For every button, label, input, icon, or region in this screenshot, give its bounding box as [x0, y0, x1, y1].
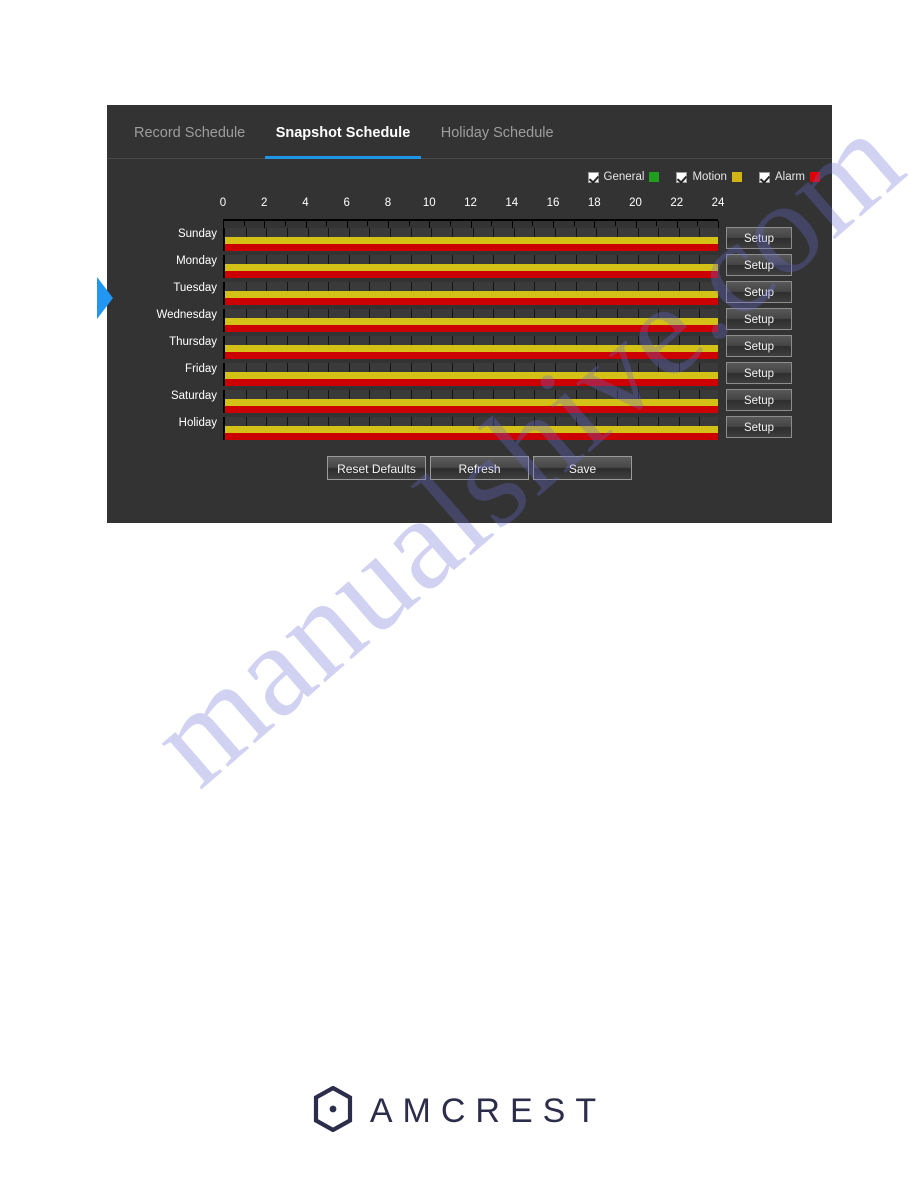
schedule-day-row: Saturday Setup — [171, 388, 792, 415]
day-label-wednesday: Wednesday — [156, 309, 217, 321]
schedule-day-row: Tuesday Setup — [173, 280, 792, 307]
setup-button-thursday[interactable]: Setup — [726, 335, 792, 357]
legend-item-general[interactable]: General — [587, 171, 660, 183]
setup-button-friday[interactable]: Setup — [726, 362, 792, 384]
schedule-day-row: Friday Setup — [185, 361, 792, 388]
schedule-timeline-track[interactable] — [223, 309, 718, 332]
schedule-segment-motion[interactable] — [225, 399, 718, 406]
setup-button-sunday[interactable]: Setup — [726, 227, 792, 249]
schedule-segment-motion[interactable] — [225, 264, 718, 271]
axis-tick-label: 20 — [629, 197, 642, 209]
schedule-day-row: Monday Setup — [176, 253, 792, 280]
schedule-segment-alarm[interactable] — [225, 244, 718, 251]
save-button[interactable]: Save — [533, 456, 632, 480]
day-label-tuesday: Tuesday — [173, 282, 217, 294]
schedule-segment-motion[interactable] — [225, 426, 718, 433]
tab-holiday-schedule[interactable]: Holiday Schedule — [428, 105, 567, 159]
schedule-timeline-track[interactable] — [223, 417, 718, 440]
motion-checkbox[interactable] — [676, 171, 688, 183]
amcrest-footer-logo: AMCREST — [0, 1085, 918, 1137]
tab-snapshot-schedule[interactable]: Snapshot Schedule — [263, 105, 424, 159]
schedule-segment-motion[interactable] — [225, 372, 718, 379]
left-panel-collapse-marker-icon[interactable] — [97, 275, 115, 321]
axis-tick-label: 2 — [261, 197, 268, 209]
schedule-segment-alarm[interactable] — [225, 325, 718, 332]
axis-tick-label: 8 — [384, 197, 392, 209]
schedule-timeline-track[interactable] — [223, 390, 718, 413]
setup-button-wednesday[interactable]: Setup — [726, 308, 792, 330]
setup-button-tuesday[interactable]: Setup — [726, 281, 792, 303]
schedule-legend: General Motion Alarm — [587, 171, 820, 183]
snapshot-schedule-panel: Record Schedule Snapshot Schedule Holida… — [107, 105, 832, 523]
axis-tick-label: 12 — [464, 197, 477, 209]
day-label-thursday: Thursday — [169, 336, 217, 348]
axis-tick-mark — [718, 221, 719, 228]
schedule-day-row: Thursday Setup — [169, 334, 792, 361]
schedule-segment-alarm[interactable] — [225, 433, 718, 440]
alarm-color-swatch — [810, 172, 820, 182]
general-checkbox[interactable] — [587, 171, 599, 183]
setup-button-monday[interactable]: Setup — [726, 254, 792, 276]
schedule-segment-alarm[interactable] — [225, 352, 718, 359]
axis-tick-label: 10 — [422, 197, 436, 209]
schedule-segment-motion[interactable] — [225, 318, 718, 325]
axis-tick-label: 0 — [219, 197, 227, 209]
schedule-action-buttons: Reset Defaults Refresh Save — [327, 456, 632, 480]
reset-defaults-button[interactable]: Reset Defaults — [327, 456, 426, 480]
schedule-timeline-track[interactable] — [223, 228, 718, 251]
axis-tick-label: 4 — [302, 197, 309, 209]
refresh-button[interactable]: Refresh — [430, 456, 529, 480]
axis-tick-label: 24 — [711, 197, 725, 209]
schedule-timeline-track[interactable] — [223, 363, 718, 386]
schedule-segment-motion[interactable] — [225, 345, 718, 352]
axis-tick-label: 22 — [670, 197, 684, 209]
schedule-segment-motion[interactable] — [225, 291, 718, 298]
schedule-segment-alarm[interactable] — [225, 379, 718, 386]
time-axis-labels: 0 2 4 6 8 10 12 14 16 18 20 22 24 — [219, 197, 725, 219]
legend-label-general: General — [603, 171, 645, 183]
schedule-day-row: Holiday Setup — [179, 415, 792, 442]
schedule-rows: Sunday Setup Monday Setup Tuesday Setup Wednes… — [156, 226, 832, 442]
motion-color-swatch — [731, 172, 742, 182]
schedule-day-row: Wednesday Setup — [156, 307, 792, 334]
schedule-day-row: Sunday Setup — [178, 226, 792, 253]
schedule-segment-alarm[interactable] — [225, 298, 718, 305]
day-label-holiday: Holiday — [178, 417, 217, 429]
day-label-saturday: Saturday — [170, 390, 217, 402]
amcrest-hexagon-icon — [312, 1085, 354, 1137]
setup-button-holiday[interactable]: Setup — [726, 416, 792, 438]
schedule-segment-motion[interactable] — [225, 237, 718, 244]
axis-tick-label: 14 — [505, 197, 519, 209]
axis-tick-label: 6 — [343, 197, 350, 209]
legend-item-motion[interactable]: Motion — [676, 171, 742, 183]
tab-record-schedule[interactable]: Record Schedule — [121, 105, 258, 159]
alarm-checkbox[interactable] — [758, 171, 770, 183]
setup-button-saturday[interactable]: Setup — [726, 389, 792, 411]
schedule-tab-bar: Record Schedule Snapshot Schedule Holida… — [107, 105, 832, 159]
legend-label-motion: Motion — [692, 171, 727, 183]
schedule-timeline-track[interactable] — [223, 255, 718, 278]
day-label-friday: Friday — [185, 363, 217, 375]
day-label-monday: Monday — [176, 255, 217, 267]
legend-item-alarm[interactable]: Alarm — [758, 171, 820, 183]
schedule-timeline-track[interactable] — [223, 336, 718, 359]
amcrest-wordmark: AMCREST — [369, 1092, 607, 1130]
legend-label-alarm: Alarm — [774, 171, 805, 183]
general-color-swatch — [649, 172, 660, 182]
schedule-grid: 0 2 4 6 8 10 12 14 16 18 20 22 24 Sunday Setup Monday S… — [107, 197, 832, 442]
schedule-segment-alarm[interactable] — [225, 406, 718, 413]
day-label-sunday: Sunday — [177, 228, 217, 240]
schedule-segment-alarm[interactable] — [225, 271, 718, 278]
schedule-timeline-track[interactable] — [223, 282, 718, 305]
axis-tick-label: 18 — [587, 197, 601, 209]
axis-tick-label: 16 — [546, 197, 560, 209]
time-axis-rule — [223, 219, 719, 228]
